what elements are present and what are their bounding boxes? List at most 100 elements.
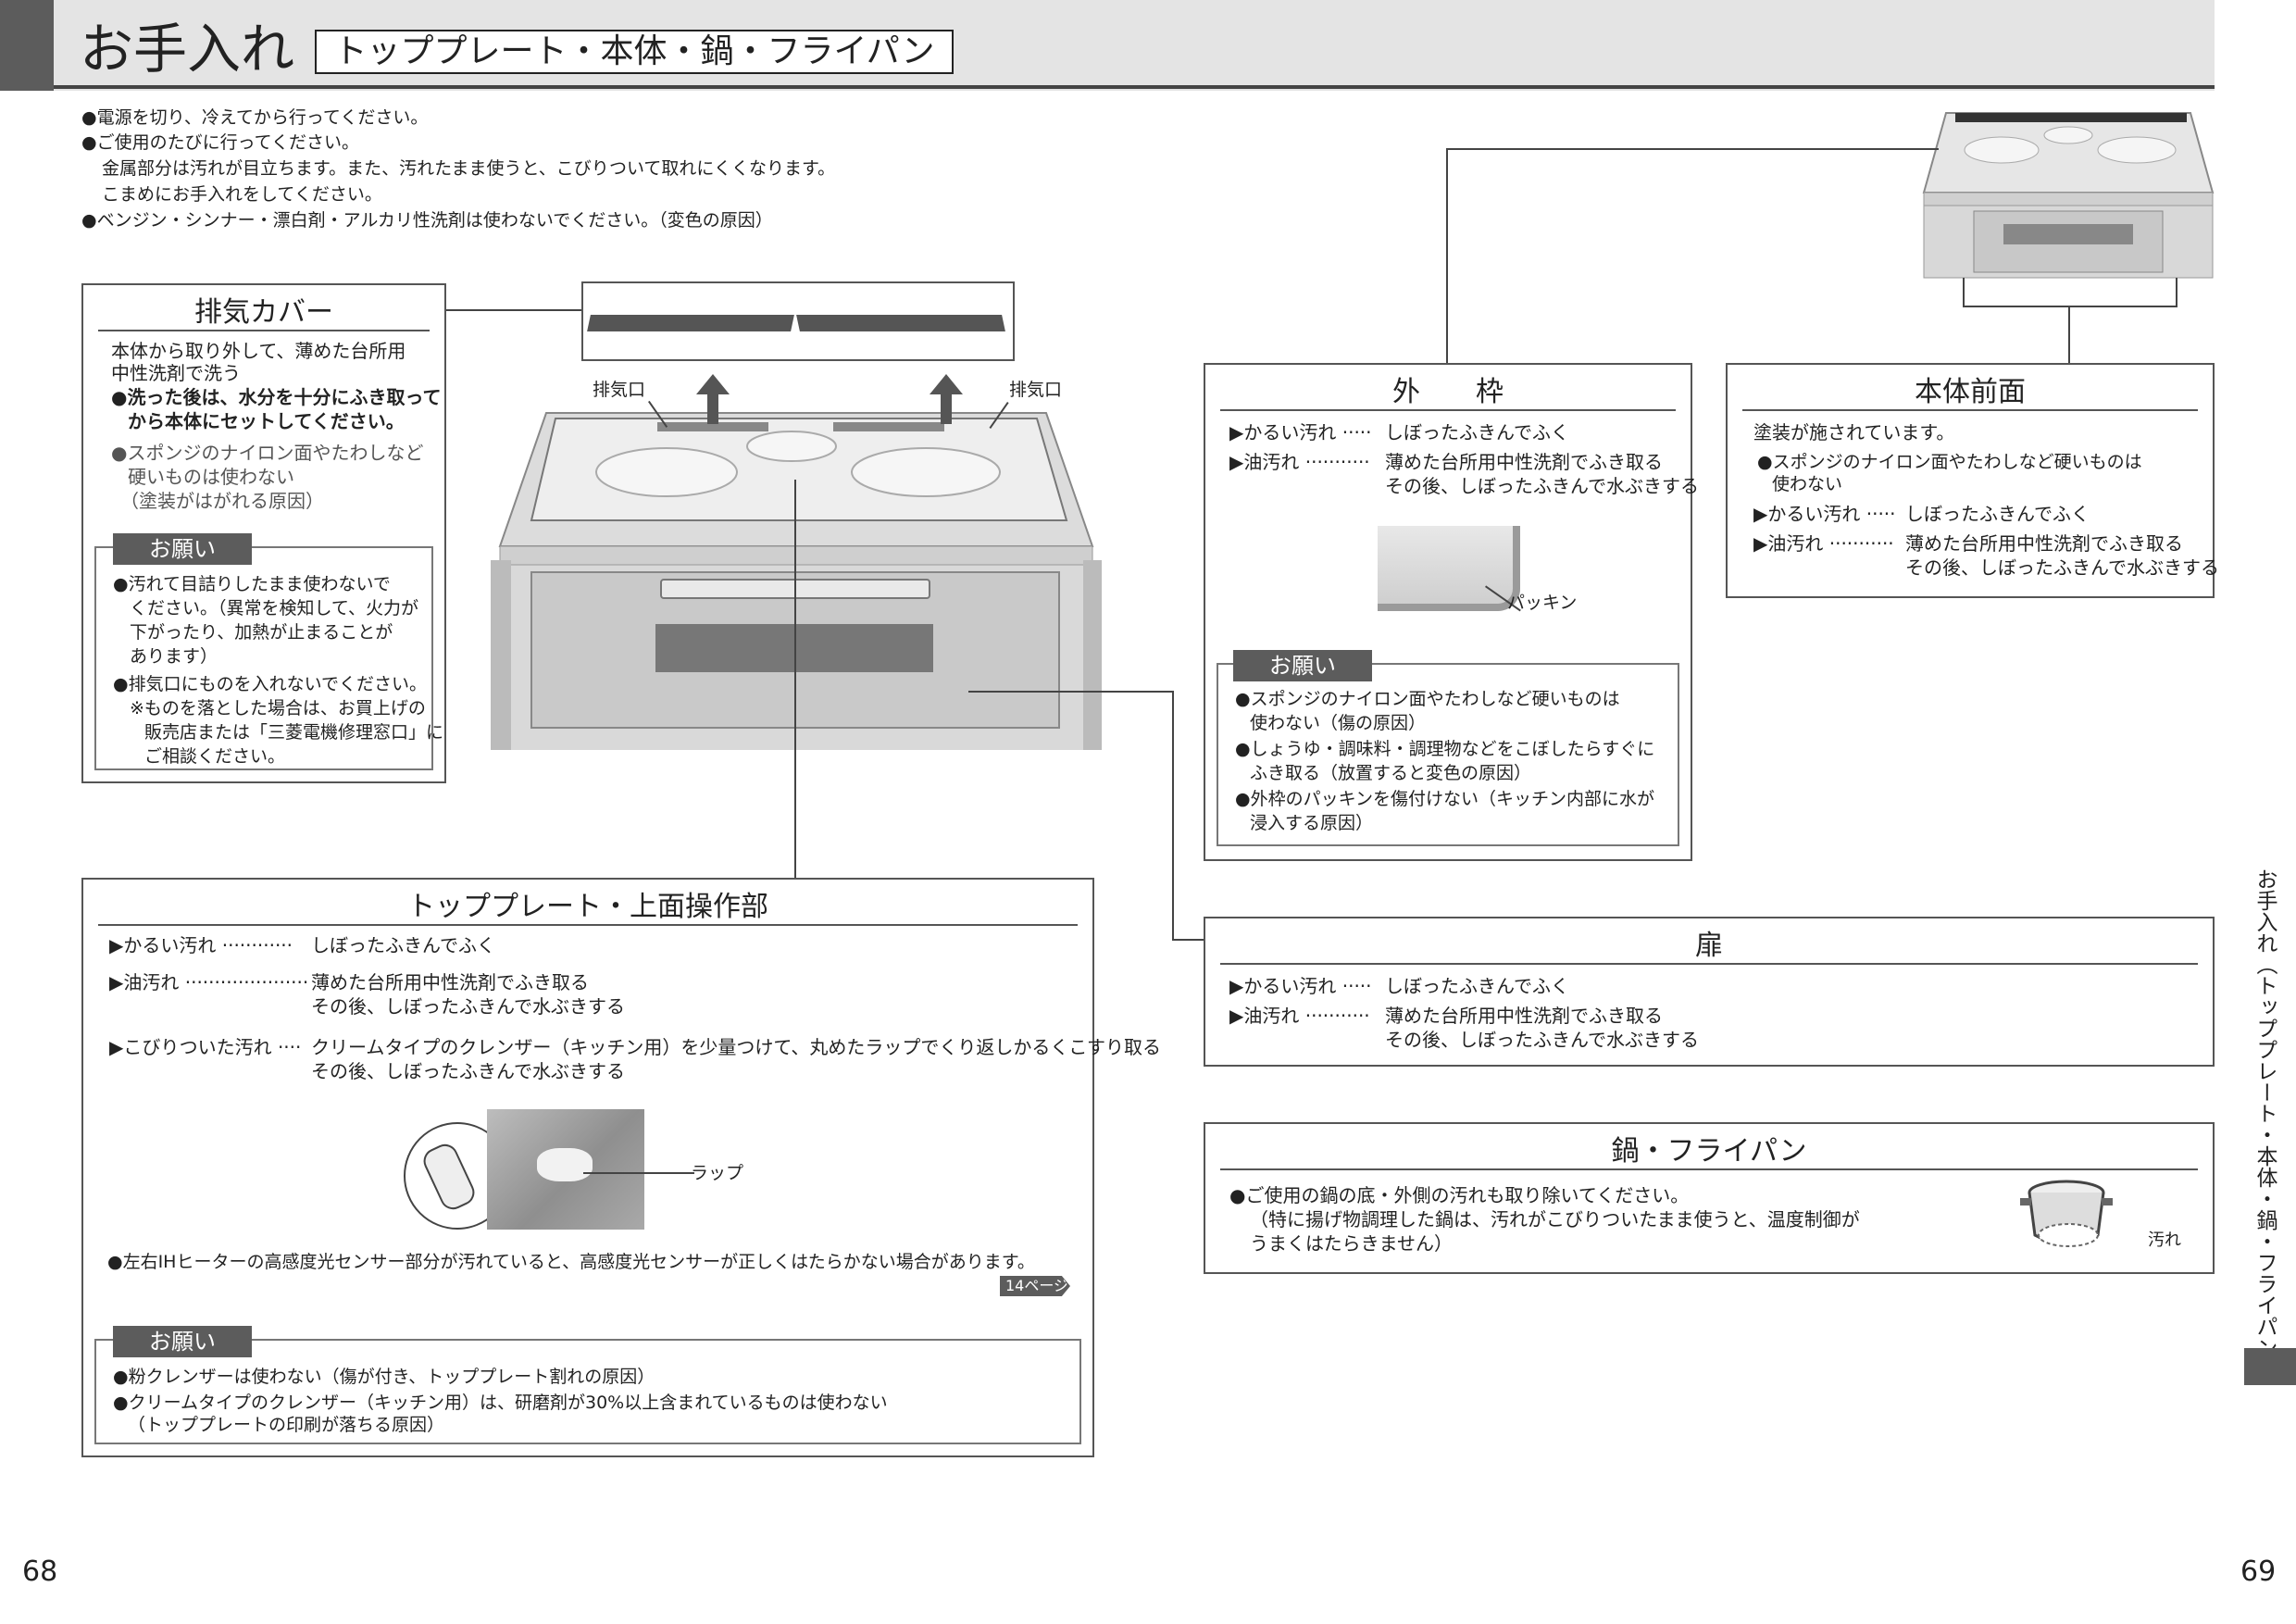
up-arrow-right-shaft (941, 393, 952, 424)
outer-frame-section: 外 枠 ▶かるい汚れ ····· しぼったふきんでふく ▶油汚れ ·······… (1204, 363, 1699, 861)
topplate-light-key: ▶かるい汚れ ············ (109, 934, 293, 956)
topplate-light-val: しぼったふきんでふく (311, 934, 495, 956)
door-light-key: ▶かるい汚れ ····· (1229, 975, 1372, 997)
exhaust-onegai-6: ※ものを落とした場合は、お買上げの (130, 698, 426, 718)
exhaust-line-2: 中性洗剤で洗う (111, 362, 241, 384)
up-arrow-right (930, 374, 963, 394)
pan-line-3: うまくはたらきません） (1250, 1232, 1453, 1255)
topplate-title: トッププレート・上面操作部 (98, 889, 1078, 926)
topplate-onegai-1: ●粉クレンザーは使わない（傷が付き、トッププレート割れの原因） (113, 1367, 655, 1387)
frame-oil-val-2: その後、しぼったふきんで水ぶきする (1385, 475, 1699, 497)
door-oil-key: ▶油汚れ ··········· (1229, 1005, 1370, 1027)
up-arrow-left-shaft (707, 393, 718, 424)
frame-oil-key: ▶油汚れ ··········· (1229, 451, 1370, 473)
frame-oil-val-1: 薄めた台所用中性洗剤でふき取る (1385, 451, 1663, 473)
exhaust-label-left: 排気口 (593, 380, 646, 400)
front-line-1: 塗装が施されています。 (1753, 421, 1955, 443)
topplate-oil-val-1: 薄めた台所用中性洗剤でふき取る (311, 971, 589, 993)
exhaust-onegai-3: 下がったり、加熱が止まることが (130, 622, 393, 643)
side-tab-mark (2244, 1348, 2296, 1385)
page-title: お手入れ (80, 18, 295, 81)
exhaust-label-right: 排気口 (1009, 380, 1063, 400)
exhaust-onegai-1: ●汚れて目詰りしたまま使わないで (113, 574, 391, 594)
page-number-left: 68 (22, 1555, 58, 1588)
exhaust-cover-section: 排気カバー 本体から取り外して、薄めた台所用 中性洗剤で洗う ●洗った後は、水分… (81, 283, 446, 783)
exhaust-onegai-8: ご相談ください。 (144, 746, 286, 767)
pan-dirt-label: 汚れ (2148, 1230, 2181, 1250)
topplate-oil-val-2: その後、しぼったふきんで水ぶきする (311, 995, 625, 1018)
pot-pan-section: 鍋・フライパン ●ご使用の鍋の底・外側の汚れも取り除いてください。 （特に揚げ物… (1204, 1122, 2215, 1274)
page-subtitle: トッププレート・本体・鍋・フライパン (315, 30, 954, 74)
exhaust-leader (446, 309, 581, 311)
intro-line-5: ●ベンジン・シンナー・漂白剤・アルカリ性洗剤は使わないでください。（変色の原因） (81, 210, 773, 231)
topplate-stuck-val-2: その後、しぼったふきんで水ぶきする (311, 1060, 625, 1082)
intro-line-4: こまめにお手入れをしてください。 (102, 184, 382, 205)
frame-onegai-6: 浸入する原因） (1250, 813, 1374, 833)
front-body-title: 本体前面 (1742, 374, 2198, 411)
page-ref-badge[interactable]: 14ページ (1000, 1276, 1070, 1296)
topplate-stuck-key: ▶こびりついた汚れ ···· (109, 1036, 302, 1058)
page-number-right: 69 (2240, 1555, 2277, 1588)
front-oil-key: ▶油汚れ ··········· (1753, 532, 1894, 555)
front-note-2: 使わない (1772, 474, 1843, 494)
exhaust-line-1: 本体から取り外して、薄めた台所用 (111, 340, 406, 362)
frame-light-val: しぼったふきんでふく (1385, 421, 1569, 443)
header-tab-mark (0, 0, 54, 91)
packing-label: パッキン (1507, 593, 1578, 613)
front-light-val: しぼったふきんでふく (1905, 503, 2090, 525)
exhaust-note-2: 硬いものは使わない (128, 466, 294, 488)
door-leader-h2 (1172, 939, 1205, 941)
topplate-onegai-2: ●クリームタイプのクレンザー（キッチン用）は、研磨剤が30%以上含まれているもの… (113, 1393, 888, 1413)
intro-line-1: ●電源を切り、冷えてから行ってください。 (81, 107, 429, 128)
frame-onegai-2: 使わない（傷の原因） (1250, 713, 1427, 733)
front-light-key: ▶かるい汚れ ····· (1753, 503, 1896, 525)
pot-pan-title: 鍋・フライパン (1220, 1133, 2198, 1170)
topplate-oil-key: ▶油汚れ ····················· (109, 971, 309, 993)
sensor-note: ●左右IHヒーターの高感度光センサー部分が汚れていると、高感度光センサーが正しく… (107, 1252, 1035, 1272)
outer-frame-title: 外 枠 (1220, 374, 1676, 411)
door-oil-val-2: その後、しぼったふきんで水ぶきする (1385, 1029, 1699, 1051)
front-note-1: ●スポンジのナイロン面やたわしなど硬いものは (1757, 452, 2142, 472)
side-section-label: お手入れ（トッププレート・本体・鍋・フライパン） (2252, 868, 2277, 1380)
pan-line-2: （特に揚げ物調理した鍋は、汚れがこびりついたまま使うと、温度制御が (1250, 1208, 1860, 1230)
front-bracket-l (1963, 278, 1965, 306)
exhaust-cover-part-left (587, 315, 794, 331)
frame-onegai-1: ●スポンジのナイロン面やたわしなど硬いものは (1235, 689, 1620, 709)
frame-onegai-4: ふき取る（放置すると変色の原因） (1250, 763, 1532, 783)
exhaust-bold-2: から本体にセットしてください。 (128, 410, 405, 432)
front-body-section: 本体前面 塗装が施されています。 ●スポンジのナイロン面やたわしなど硬いものは … (1726, 363, 2219, 598)
frame-onegai-3: ●しょうゆ・調味料・調理物などをこぼしたらすぐに (1235, 739, 1655, 759)
cooktop-small-illustration (1922, 112, 2215, 279)
exhaust-onegai-7: 販売店または「三菱電機修理窓口」に (144, 722, 444, 743)
wrap-label: ラップ (691, 1163, 744, 1183)
door-leader-h1 (968, 691, 1174, 693)
exhaust-onegai-2: ください。（異常を検知して、火力が (130, 598, 418, 618)
intro-line-3: 金属部分は汚れが目立ちます。また、汚れたまま使うと、こびりついて取れにくくなりま… (102, 158, 836, 179)
exhaust-onegai-4: あります） (130, 646, 218, 667)
front-oil-val-2: その後、しぼったふきんで水ぶきする (1905, 556, 2219, 579)
exhaust-cover-part-right (796, 315, 1005, 331)
front-bracket-h (1963, 306, 2177, 307)
exhaust-bold-1: ●洗った後は、水分を十分にふき取って (111, 386, 442, 408)
wrap-ball (537, 1148, 593, 1181)
topplate-section: トッププレート・上面操作部 ▶かるい汚れ ············ しぼったふき… (81, 878, 1161, 1457)
header-rule (54, 85, 2215, 89)
frame-onegai-label: お願い (1233, 650, 1372, 681)
door-light-val: しぼったふきんでふく (1385, 975, 1569, 997)
door-title: 扉 (1220, 928, 2198, 965)
topplate-leader (794, 480, 796, 878)
frame-leader-h (1448, 148, 1939, 150)
packing-image (1378, 526, 1520, 611)
pan-line-1: ●ご使用の鍋の底・外側の汚れも取り除いてください。 (1229, 1184, 1690, 1206)
exhaust-note-1: ●スポンジのナイロン面やたわしなど (111, 442, 424, 464)
pot-icon (2020, 1180, 2113, 1247)
door-leader-v (1172, 691, 1174, 941)
frame-leader-v (1446, 148, 1448, 363)
up-arrow-left (696, 374, 730, 394)
front-leader-v (2068, 306, 2070, 363)
frame-onegai-5: ●外枠のパッキンを傷付けない（キッチン内部に水が (1235, 789, 1655, 809)
door-section: 扉 ▶かるい汚れ ····· しぼったふきんでふく ▶油汚れ ·········… (1204, 917, 2215, 1067)
frame-light-key: ▶かるい汚れ ····· (1229, 421, 1372, 443)
topplate-onegai-3: （トッププレートの印刷が落ちる原因） (128, 1415, 445, 1435)
door-oil-val-1: 薄めた台所用中性洗剤でふき取る (1385, 1005, 1663, 1027)
